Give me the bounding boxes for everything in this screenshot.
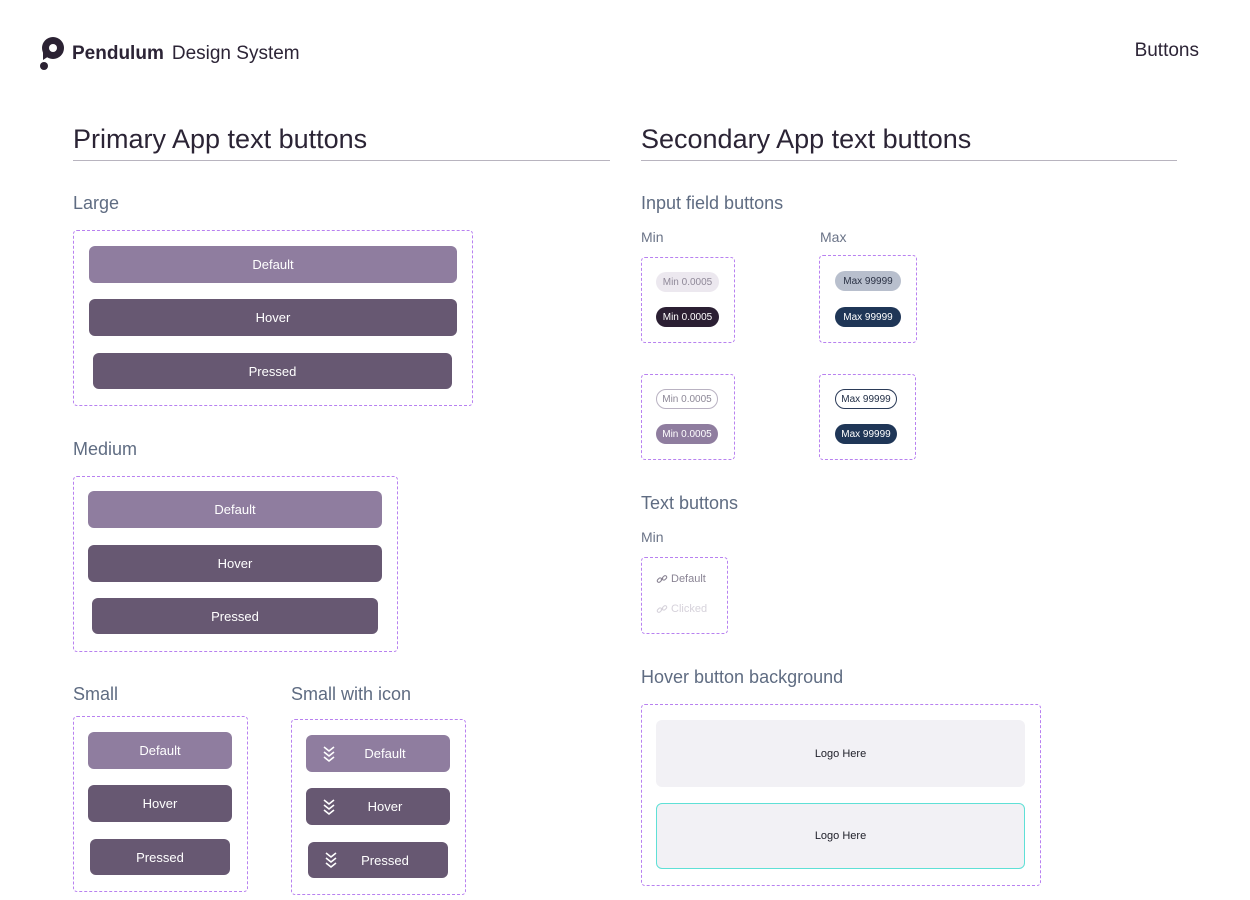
text-button-default-label: Default — [671, 573, 706, 585]
page-tag: Buttons — [1134, 40, 1199, 61]
medium-pressed-button[interactable]: Pressed — [92, 598, 378, 634]
small-icon-default-label: Default — [364, 746, 406, 761]
logo-panel-default[interactable]: Logo Here — [656, 720, 1025, 787]
hover-background-heading: Hover button background — [641, 667, 844, 687]
max-active-pill[interactable]: Max 99999 — [835, 307, 901, 327]
link-icon — [656, 605, 668, 613]
medium-heading: Medium — [73, 439, 138, 459]
large-hover-button[interactable]: Hover — [89, 299, 457, 336]
small-icon-pressed-button[interactable]: Pressed — [308, 842, 448, 878]
input-max-label: Max — [820, 229, 847, 245]
text-buttons-min-label: Min — [641, 529, 664, 545]
max-outline-pill[interactable]: Max 99999 — [835, 389, 897, 409]
small-icon-pressed-label: Pressed — [361, 852, 409, 868]
min-outline-pill[interactable]: Min 0.0005 — [656, 389, 718, 409]
medium-default-button[interactable]: Default — [88, 491, 382, 528]
min-pills-frame-1 — [641, 257, 735, 343]
primary-section-divider — [73, 160, 610, 161]
secondary-section-title: Secondary App text buttons — [641, 124, 972, 154]
min-filled-pill[interactable]: Min 0.0005 — [656, 424, 718, 444]
pendulum-logo-icon — [40, 37, 64, 70]
max-default-pill[interactable]: Max 99999 — [835, 271, 901, 291]
small-icon-default-button[interactable]: Default — [306, 735, 450, 772]
secondary-section-divider — [641, 160, 1177, 161]
max-pills-frame-1 — [819, 255, 917, 343]
text-button-clicked-label: Clicked — [671, 603, 708, 615]
small-pressed-button[interactable]: Pressed — [90, 839, 230, 875]
brand-name: Pendulum — [72, 43, 164, 64]
min-default-pill[interactable]: Min 0.0005 — [656, 272, 719, 292]
text-button-clicked[interactable]: Clicked — [656, 603, 707, 615]
small-with-icon-heading: Small with icon — [291, 684, 412, 704]
large-pressed-button[interactable]: Pressed — [93, 353, 452, 389]
input-min-label: Min — [641, 229, 664, 245]
max-filled-pill[interactable]: Max 99999 — [835, 424, 897, 444]
large-default-button[interactable]: Default — [89, 246, 457, 283]
small-icon-hover-button[interactable]: Hover — [306, 788, 450, 825]
text-button-default[interactable]: Default — [656, 573, 706, 585]
logo-panel-hover[interactable]: Logo Here — [656, 803, 1025, 869]
min-active-pill[interactable]: Min 0.0005 — [656, 307, 719, 327]
medium-hover-button[interactable]: Hover — [88, 545, 382, 582]
text-buttons-heading: Text buttons — [641, 493, 739, 513]
small-heading: Small — [73, 684, 119, 704]
large-heading: Large — [73, 193, 120, 213]
primary-section-title: Primary App text buttons — [73, 124, 368, 154]
brand-subtitle: Design System — [171, 43, 300, 64]
small-icon-hover-label: Hover — [367, 799, 403, 814]
small-default-button[interactable]: Default — [88, 732, 232, 769]
max-pills-frame-2 — [819, 374, 916, 460]
min-pills-frame-2 — [641, 374, 735, 460]
small-hover-button[interactable]: Hover — [88, 785, 232, 822]
input-field-buttons-heading: Input field buttons — [641, 193, 784, 213]
text-buttons-frame — [641, 557, 728, 634]
link-icon — [656, 575, 668, 583]
brand: Pendulum Design System — [38, 36, 300, 72]
